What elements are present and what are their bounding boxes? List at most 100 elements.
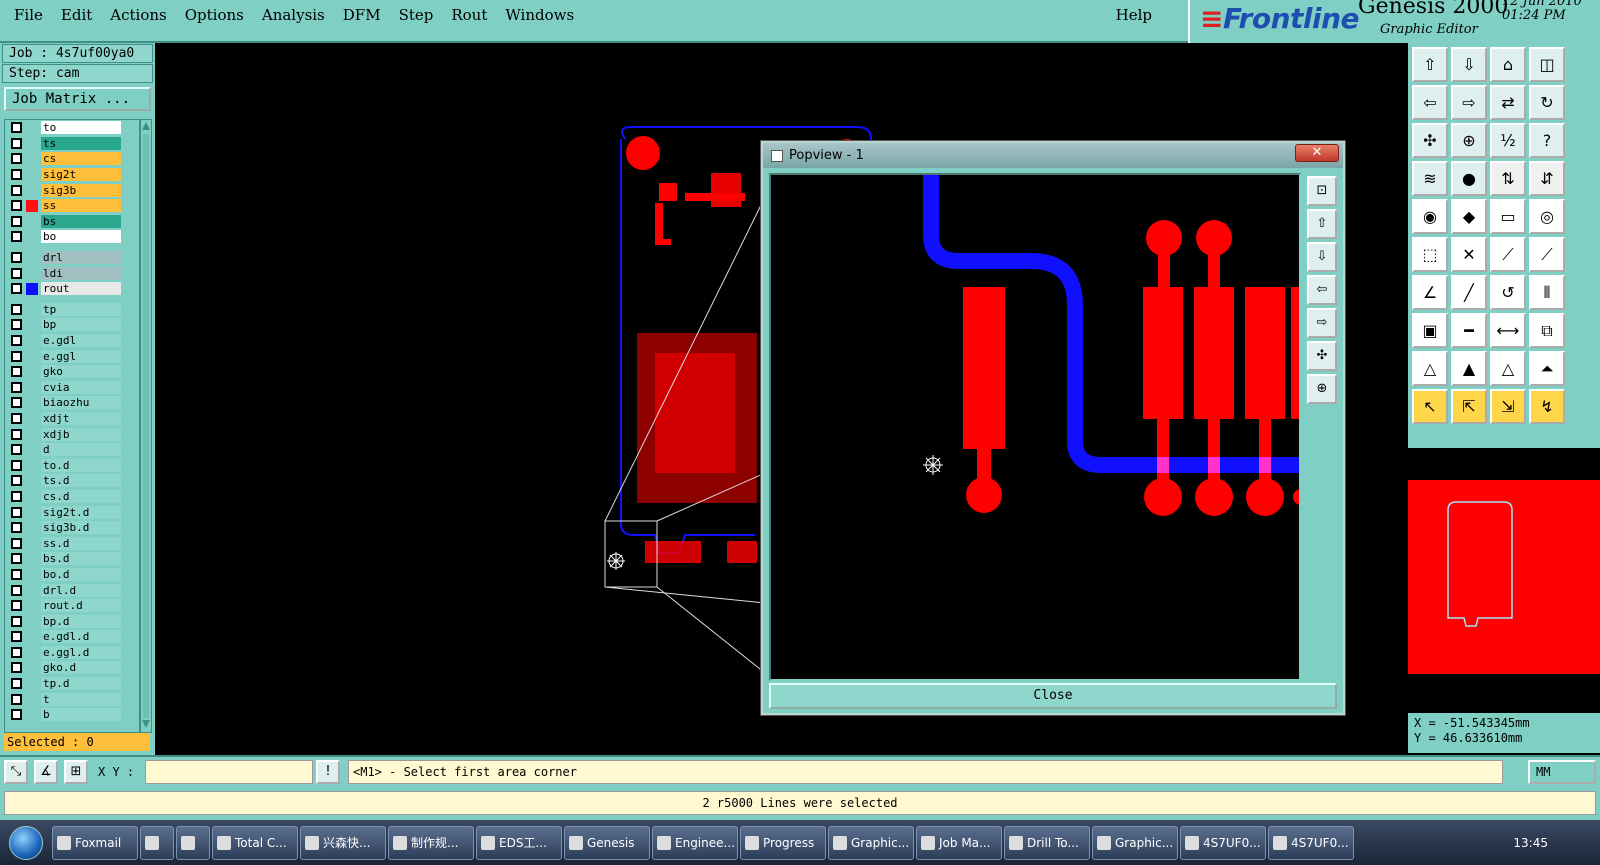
taskbar-item[interactable]: Genesis <box>564 825 650 860</box>
menu-file[interactable]: File <box>14 6 43 24</box>
layer-checkbox[interactable] <box>11 568 22 580</box>
alert-icon[interactable]: ! <box>316 760 340 784</box>
ruler-icon[interactable]: ▭ <box>1490 199 1526 234</box>
taskbar-item[interactable]: Foxmail <box>52 825 138 860</box>
popview-close-button[interactable]: Close <box>769 683 1337 709</box>
layer-checkbox[interactable] <box>11 444 22 456</box>
menu-dfm[interactable]: DFM <box>343 6 381 24</box>
layer-row-sig2t[interactable]: sig2t <box>5 167 139 183</box>
menu-step[interactable]: Step <box>399 6 434 24</box>
grid-mode-icon[interactable]: ⊞ <box>64 760 88 784</box>
popview-zoom-in-icon[interactable]: ✣ <box>1307 341 1337 371</box>
layer-checkbox[interactable] <box>11 122 22 134</box>
layer-checkbox[interactable] <box>11 631 22 643</box>
layer-checkbox[interactable] <box>11 350 22 362</box>
layer-checkbox[interactable] <box>11 252 22 264</box>
taskbar-item[interactable] <box>176 825 210 860</box>
taskbar-item[interactable]: EDS工... <box>476 825 562 860</box>
mirror-icon[interactable]: ⇄ <box>1490 85 1526 120</box>
triangle-outline-icon[interactable]: △ <box>1490 351 1526 386</box>
layer-checkbox[interactable] <box>11 678 22 690</box>
add-pad-icon[interactable]: ◉ <box>1412 199 1448 234</box>
unit-selector[interactable]: MM <box>1528 760 1596 784</box>
layer-row-to[interactable]: to <box>5 120 139 136</box>
layer-row-drl[interactable]: drl <box>5 250 139 266</box>
popview-pan-right-icon[interactable]: ⇨ <box>1307 308 1337 338</box>
pan-right-icon[interactable]: ⇨ <box>1451 85 1487 120</box>
menu-analysis[interactable]: Analysis <box>262 6 325 24</box>
pan-left-icon[interactable]: ⇦ <box>1412 85 1448 120</box>
taskbar-item[interactable]: 制作规... <box>388 825 474 860</box>
layer-checkbox[interactable] <box>11 475 22 487</box>
layer-row-gko[interactable]: gko <box>5 364 139 380</box>
layer-checkbox[interactable] <box>11 267 22 279</box>
layer-checkbox[interactable] <box>11 709 22 721</box>
layer-checkbox[interactable] <box>11 428 22 440</box>
layer-row-ts-d[interactable]: ts.d <box>5 473 139 489</box>
arc-icon[interactable]: ↺ <box>1490 275 1526 310</box>
text-icon[interactable]: ▣ <box>1412 313 1448 348</box>
layer-checkbox[interactable] <box>11 169 22 181</box>
popview-pan-down-icon[interactable]: ⇩ <box>1307 242 1337 272</box>
taskbar-item[interactable]: 4S7UF0... <box>1268 825 1354 860</box>
layer-row-rout-d[interactable]: rout.d <box>5 598 139 614</box>
layer-checkbox[interactable] <box>11 537 22 549</box>
popview-close-x-button[interactable]: ✕ <box>1295 144 1339 162</box>
menu-rout[interactable]: Rout <box>451 6 487 24</box>
layer-checkbox[interactable] <box>11 137 22 149</box>
layer-checkbox[interactable] <box>11 522 22 534</box>
layer-row-e-gdl-d[interactable]: e.gdl.d <box>5 629 139 645</box>
popview-canvas[interactable] <box>769 173 1309 681</box>
zoom-fit-icon[interactable]: ✣ <box>1412 123 1448 158</box>
fanout-icon[interactable]: ⫴ <box>1529 275 1565 310</box>
layer-row-ts[interactable]: ts <box>5 136 139 152</box>
pointer-drag-icon[interactable]: ↯ <box>1529 389 1565 424</box>
layer-checkbox[interactable] <box>11 319 22 331</box>
layer-row-cs-d[interactable]: cs.d <box>5 489 139 505</box>
pan-down-icon[interactable]: ⇩ <box>1451 47 1487 82</box>
snap-mode-icon[interactable]: ⤡ <box>4 760 28 784</box>
layer-checkbox[interactable] <box>11 366 22 378</box>
layer-checkbox[interactable] <box>11 153 22 165</box>
taskbar-item[interactable] <box>140 825 174 860</box>
split-view-icon[interactable]: ◫ <box>1529 47 1565 82</box>
job-matrix-button[interactable]: Job Matrix ... <box>4 87 151 111</box>
layer-scrollbar[interactable] <box>140 119 152 733</box>
layer-row-ss[interactable]: ss <box>5 198 139 214</box>
layer-checkbox[interactable] <box>11 184 22 196</box>
taskbar-item[interactable]: Graphic... <box>1092 825 1178 860</box>
popview-pan-left-icon[interactable]: ⇦ <box>1307 275 1337 305</box>
target-icon[interactable]: ◎ <box>1529 199 1565 234</box>
layer-row-cvia[interactable]: cvia <box>5 380 139 396</box>
layer-row-e-ggl[interactable]: e.ggl <box>5 348 139 364</box>
layer-row-bo-d[interactable]: bo.d <box>5 567 139 583</box>
connect-icon[interactable]: ⬚ <box>1412 237 1448 272</box>
layer-row-bs-d[interactable]: bs.d <box>5 551 139 567</box>
line-end-icon[interactable]: ⟋ <box>1529 237 1565 272</box>
layer-checkbox[interactable] <box>11 693 22 705</box>
scale-1-2-icon[interactable]: ½ <box>1490 123 1526 158</box>
taskbar-item[interactable]: Graphic... <box>828 825 914 860</box>
layer-checkbox[interactable] <box>11 303 22 315</box>
pad-icon[interactable]: ● <box>1451 161 1487 196</box>
pan-up-icon[interactable]: ⇧ <box>1412 47 1448 82</box>
menu-edit[interactable]: Edit <box>61 6 92 24</box>
layer-row-cs[interactable]: cs <box>5 151 139 167</box>
menu-help[interactable]: Help <box>1116 6 1152 24</box>
taskbar-item[interactable]: Progress <box>740 825 826 860</box>
layer-checkbox[interactable] <box>11 600 22 612</box>
menu-options[interactable]: Options <box>185 6 244 24</box>
layer-checkbox[interactable] <box>11 231 22 243</box>
layer-row-drl-d[interactable]: drl.d <box>5 582 139 598</box>
taskbar-item[interactable]: 兴森快... <box>300 825 386 860</box>
layer-row-bo[interactable]: bo <box>5 229 139 245</box>
triangle-plus-icon[interactable]: ▲ <box>1451 351 1487 386</box>
taskbar-item[interactable]: Job Ma... <box>916 825 1002 860</box>
help-icon[interactable]: ? <box>1529 123 1565 158</box>
layer-row-sig2t-d[interactable]: sig2t.d <box>5 504 139 520</box>
layer-checkbox[interactable] <box>11 584 22 596</box>
snap-icon[interactable]: ≋ <box>1412 161 1448 196</box>
layer-down-icon[interactable]: ⇵ <box>1529 161 1565 196</box>
layer-checkbox[interactable] <box>11 553 22 565</box>
line-node-icon[interactable]: ⟋ <box>1490 237 1526 272</box>
